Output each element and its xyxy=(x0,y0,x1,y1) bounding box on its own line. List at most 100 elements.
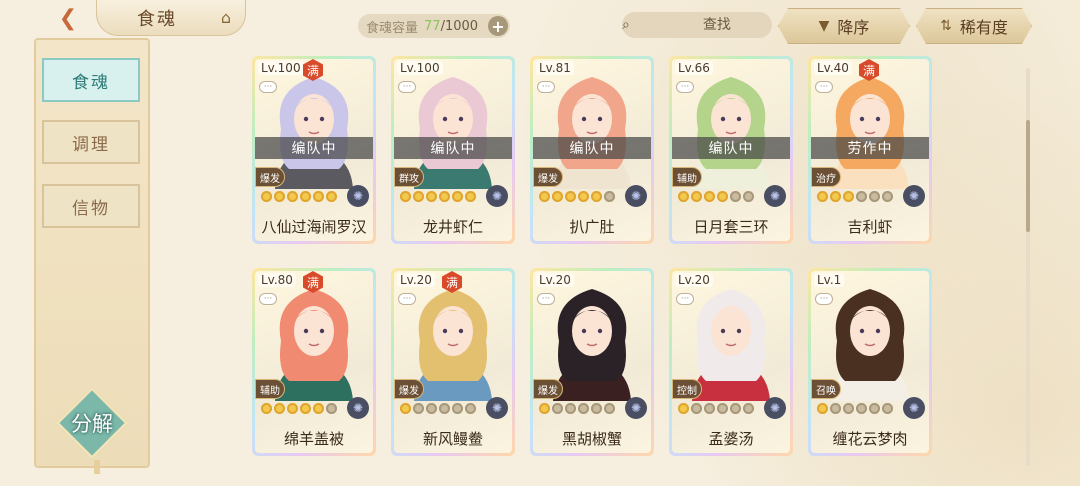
card-body: Lv.20 ··· 控制 ✺ 孟婆汤 xyxy=(672,271,790,453)
star-rating xyxy=(817,191,893,202)
star-icon xyxy=(274,403,285,414)
star-icon xyxy=(591,403,602,414)
role-tag: 爆发 xyxy=(255,167,285,187)
scrollbar-thumb[interactable] xyxy=(1026,120,1030,232)
search-icon[interactable]: ⌕ xyxy=(622,17,630,33)
star-icon xyxy=(704,403,715,414)
star-icon xyxy=(465,191,476,202)
star-icon xyxy=(261,191,272,202)
star-icon xyxy=(326,191,337,202)
star-icon xyxy=(730,403,741,414)
character-card[interactable]: Lv.40 满 ··· 劳作中 治疗 ✺ 吉利虾 xyxy=(808,56,932,244)
search-input[interactable] xyxy=(629,17,804,33)
star-icon xyxy=(882,191,893,202)
card-level: Lv.20 xyxy=(675,273,713,287)
character-card[interactable]: Lv.1 ··· 召唤 ✺ 缠花云梦肉 xyxy=(808,268,932,456)
chat-bubble-icon: ··· xyxy=(815,293,833,305)
chat-bubble-icon: ··· xyxy=(259,81,277,93)
back-arrow-icon[interactable]: ❮ xyxy=(48,4,88,32)
rarity-filter-button[interactable]: ⇅ 稀有度 xyxy=(916,8,1032,44)
star-icon xyxy=(843,403,854,414)
chat-bubble-icon: ··· xyxy=(815,81,833,93)
star-icon xyxy=(465,403,476,414)
tab-token[interactable]: 信物 xyxy=(42,184,140,228)
character-card[interactable]: Lv.81 ··· 编队中 爆发 ✺ 扒广肚 xyxy=(530,56,654,244)
character-card[interactable]: Lv.20 ··· 爆发 ✺ 黑胡椒蟹 xyxy=(530,268,654,456)
card-body: Lv.20 ··· 爆发 ✺ 黑胡椒蟹 xyxy=(533,271,651,453)
sort-arrows-icon: ⇅ xyxy=(940,18,952,34)
card-name: 新风鳗鲞 xyxy=(422,430,483,448)
star-icon xyxy=(274,191,285,202)
card-name: 八仙过海闹罗汉 xyxy=(261,218,367,236)
card-name: 缠花云梦肉 xyxy=(832,430,908,448)
filter-label: 稀有度 xyxy=(959,18,1008,37)
element-icon: ✺ xyxy=(347,397,369,419)
card-body: Lv.40 满 ··· 劳作中 治疗 ✺ 吉利虾 xyxy=(811,59,929,241)
sort-descending-button[interactable]: ▼ 降序 xyxy=(778,8,910,44)
element-icon: ✺ xyxy=(347,185,369,207)
element-icon: ✺ xyxy=(625,397,647,419)
decompose-button[interactable]: 分解 xyxy=(54,386,130,460)
star-icon xyxy=(817,403,828,414)
element-icon: ✺ xyxy=(903,397,925,419)
star-icon xyxy=(604,403,615,414)
chat-bubble-icon: ··· xyxy=(259,293,277,305)
star-icon xyxy=(439,191,450,202)
character-card[interactable]: Lv.100 满 ··· 编队中 爆发 ✺ 八仙过海闹罗汉 xyxy=(252,56,376,244)
star-icon xyxy=(400,191,411,202)
expand-capacity-button[interactable]: + xyxy=(488,16,508,36)
chat-bubble-icon: ··· xyxy=(398,293,416,305)
chat-bubble-icon: ··· xyxy=(537,81,555,93)
star-icon xyxy=(565,191,576,202)
star-icon xyxy=(817,191,828,202)
star-icon xyxy=(413,403,424,414)
star-icon xyxy=(261,403,272,414)
card-name: 吉利虾 xyxy=(847,218,893,236)
star-icon xyxy=(691,191,702,202)
tab-conditioning[interactable]: 调理 xyxy=(42,120,140,164)
star-rating xyxy=(261,191,337,202)
capacity-max: /1000 xyxy=(440,18,479,34)
character-card[interactable]: Lv.20 满 ··· 爆发 ✺ 新风鳗鲞 xyxy=(391,268,515,456)
element-icon: ✺ xyxy=(625,185,647,207)
card-status: 编队中 xyxy=(533,137,651,159)
star-icon xyxy=(413,191,424,202)
star-icon xyxy=(678,403,689,414)
house-icon[interactable]: ⌂ xyxy=(214,8,238,27)
triangle-down-icon: ▼ xyxy=(818,18,830,34)
star-icon xyxy=(743,191,754,202)
star-rating xyxy=(261,403,337,414)
scrollbar[interactable] xyxy=(1026,68,1030,466)
role-tag: 爆发 xyxy=(533,167,563,187)
element-icon: ✺ xyxy=(764,397,786,419)
role-tag: 召唤 xyxy=(811,379,841,399)
star-icon xyxy=(400,403,411,414)
role-tag: 辅助 xyxy=(255,379,285,399)
card-level: Lv.20 xyxy=(397,273,435,287)
card-body: Lv.1 ··· 召唤 ✺ 缠花云梦肉 xyxy=(811,271,929,453)
character-card[interactable]: Lv.66 ··· 编队中 辅助 ✺ 日月套三环 xyxy=(669,56,793,244)
character-card[interactable]: Lv.100 ··· 编队中 群攻 ✺ 龙井虾仁 xyxy=(391,56,515,244)
star-icon xyxy=(730,191,741,202)
card-level: Lv.20 xyxy=(536,273,574,287)
star-icon xyxy=(326,403,337,414)
element-icon: ✺ xyxy=(764,185,786,207)
role-tag: 治疗 xyxy=(811,167,841,187)
tab-food-soul[interactable]: 食魂 xyxy=(42,58,140,102)
star-icon xyxy=(856,191,867,202)
character-card[interactable]: Lv.20 ··· 控制 ✺ 孟婆汤 xyxy=(669,268,793,456)
star-icon xyxy=(539,191,550,202)
star-icon xyxy=(552,191,563,202)
tassel-ornament xyxy=(94,460,100,474)
star-icon xyxy=(565,403,576,414)
sort-label: 降序 xyxy=(837,18,870,37)
card-body: Lv.100 满 ··· 编队中 爆发 ✺ 八仙过海闹罗汉 xyxy=(255,59,373,241)
character-card[interactable]: Lv.80 满 ··· 辅助 ✺ 绵羊盖被 xyxy=(252,268,376,456)
star-icon xyxy=(717,191,728,202)
element-icon: ✺ xyxy=(486,185,508,207)
role-tag: 爆发 xyxy=(533,379,563,399)
star-icon xyxy=(578,191,589,202)
star-icon xyxy=(869,403,880,414)
star-icon xyxy=(426,191,437,202)
star-icon xyxy=(313,403,324,414)
